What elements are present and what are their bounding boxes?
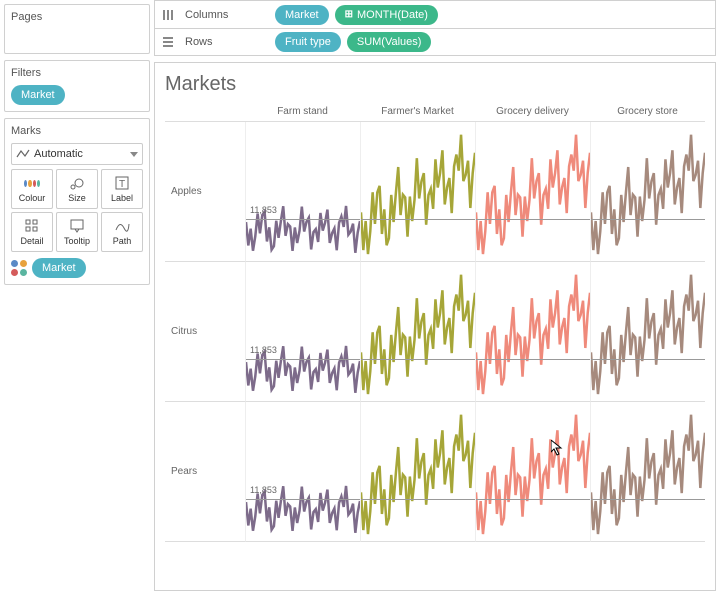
chart-cell[interactable] <box>360 402 475 542</box>
chart-cell[interactable] <box>475 262 590 402</box>
filter-pill-market[interactable]: Market <box>11 85 65 105</box>
automatic-line-icon <box>16 147 30 161</box>
plus-icon: ⊞ <box>345 9 353 20</box>
row-header: Pears <box>165 402 245 542</box>
chart-cell[interactable] <box>475 402 590 542</box>
chart-cell[interactable] <box>590 402 705 542</box>
chart-cell[interactable] <box>590 262 705 402</box>
ref-line-label: 11,853 <box>250 345 277 355</box>
marks-colour-button[interactable]: Colour <box>11 169 53 209</box>
columns-shelf[interactable]: Columns Market ⊞MONTH(Date) <box>154 0 716 28</box>
path-icon <box>114 218 130 234</box>
marks-tooltip-button[interactable]: Tooltip <box>56 212 98 252</box>
colour-icon <box>24 175 40 191</box>
marks-label-button[interactable]: T Label <box>101 169 143 209</box>
tooltip-icon <box>69 218 85 234</box>
chart-cell[interactable] <box>360 122 475 262</box>
col-header: Farm stand <box>245 102 360 122</box>
rows-label: Rows <box>185 36 265 48</box>
ref-line-label: 11,853 <box>250 485 277 495</box>
viz-area[interactable]: Markets Farm standFarmer's MarketGrocery… <box>154 62 716 591</box>
row-header: Apples <box>165 122 245 262</box>
chart-cell[interactable]: 11,853 <box>245 122 360 262</box>
columns-pill-market[interactable]: Market <box>275 5 329 25</box>
pages-title: Pages <box>11 11 143 23</box>
marks-path-button[interactable]: Path <box>101 212 143 252</box>
marks-title: Marks <box>11 125 143 137</box>
label-icon: T <box>114 175 130 191</box>
detail-icon <box>24 218 40 234</box>
trellis-grid: Farm standFarmer's MarketGrocery deliver… <box>165 102 705 542</box>
colour-icon <box>11 260 28 277</box>
marks-type-dropdown[interactable]: Automatic <box>11 143 143 165</box>
filters-panel: Filters Market <box>4 60 150 112</box>
columns-label: Columns <box>185 9 265 21</box>
svg-text:T: T <box>119 179 125 190</box>
columns-pill-month-date[interactable]: ⊞MONTH(Date) <box>335 5 438 25</box>
marks-detail-button[interactable]: Detail <box>11 212 53 252</box>
marks-colour-pill-market[interactable]: Market <box>32 258 86 278</box>
marks-panel: Marks Automatic Colour Size T <box>4 118 150 285</box>
chart-cell[interactable] <box>590 122 705 262</box>
filters-title: Filters <box>11 67 143 79</box>
columns-icon <box>161 8 175 22</box>
chevron-down-icon <box>130 152 138 157</box>
rows-shelf[interactable]: Rows Fruit type SUM(Values) <box>154 28 716 56</box>
viz-title: Markets <box>165 73 705 96</box>
rows-pill-sum-values[interactable]: SUM(Values) <box>347 32 432 52</box>
ref-line-label: 11,853 <box>250 205 277 215</box>
size-icon <box>69 175 85 191</box>
rows-pill-fruit-type[interactable]: Fruit type <box>275 32 341 52</box>
chart-cell[interactable]: 11,853 <box>245 402 360 542</box>
chart-cell[interactable] <box>475 122 590 262</box>
rows-icon <box>161 35 175 49</box>
chart-cell[interactable]: 11,853 <box>245 262 360 402</box>
marks-size-button[interactable]: Size <box>56 169 98 209</box>
col-header: Grocery store <box>590 102 705 122</box>
chart-cell[interactable] <box>360 262 475 402</box>
pages-panel: Pages <box>4 4 150 54</box>
col-header: Farmer's Market <box>360 102 475 122</box>
col-header: Grocery delivery <box>475 102 590 122</box>
row-header: Citrus <box>165 262 245 402</box>
